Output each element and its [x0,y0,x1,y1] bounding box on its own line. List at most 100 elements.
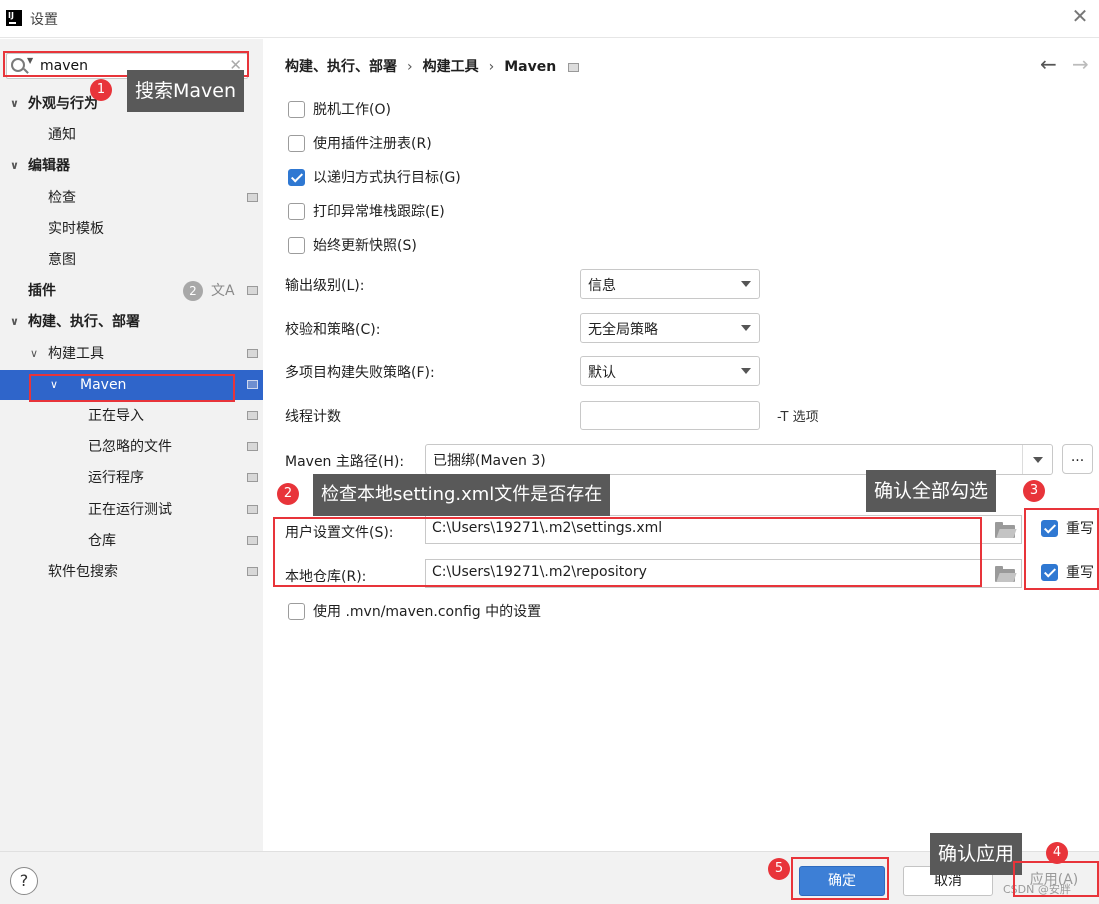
sidebar-item-label: 运行程序 [88,470,144,487]
sidebar-item-label: 构建、执行、部署 [28,314,140,331]
option-label: 脱机工作(O) [313,102,391,118]
mvn-config-checkbox-row[interactable]: 使用 .mvn/maven.config 中的设置 [288,602,541,624]
multiproject-policy-select[interactable]: 默认 [580,356,760,386]
chevron-down-icon[interactable]: ∨ [10,151,19,181]
thread-count-label: 线程计数 [285,409,341,425]
option-label: 使用插件注册表(R) [313,136,432,152]
annotation-marker: 2 [277,483,299,505]
checkbox[interactable] [288,236,305,254]
browse-maven-home-button[interactable]: ... [1062,444,1093,474]
select-value: 默认 [588,365,616,381]
option-label: 打印异常堆栈跟踪(E) [313,204,445,220]
option-checkbox-row[interactable]: 始终更新快照(S) [288,236,417,258]
checkbox[interactable] [288,134,305,152]
chevron-down-icon[interactable]: ∨ [10,89,19,119]
option-checkbox-row[interactable]: 以递归方式执行目标(G) [288,168,461,190]
checkbox[interactable] [288,602,305,620]
sidebar-item-label: 插件 [28,283,56,300]
project-scope-icon [247,473,258,483]
breadcrumb-item[interactable]: 构建、执行、部署 [285,59,397,75]
project-scope-icon [247,192,258,202]
sidebar-item[interactable]: ∨ 构建工具 [0,339,263,369]
multiproject-policy-label: 多项目构建失败策略(F): [285,365,435,381]
breadcrumb-separator: › [407,59,413,75]
chevron-down-icon[interactable]: ∨ [30,339,38,369]
window-title: 设置 [30,12,58,28]
back-arrow-icon[interactable]: ← [1040,52,1057,76]
annotation-marker: 5 [768,858,790,880]
breadcrumb-item: Maven [504,59,557,75]
sidebar-item[interactable]: ∨ 构建、执行、部署 [0,307,263,337]
project-scope-icon [247,442,258,452]
folder-icon[interactable] [995,566,1015,582]
translate-icon: 文A [211,283,235,300]
sidebar-item-label: 检查 [48,189,76,206]
annotation-highlight [29,374,235,402]
close-icon[interactable]: ✕ [1069,6,1091,28]
annotation-callout: 确认全部勾选 [866,470,997,512]
combo-value: 已捆绑(Maven 3) [433,453,546,469]
help-button[interactable]: ? [10,867,38,895]
sidebar-item[interactable]: 通知 [0,120,263,150]
thread-count-input[interactable] [580,401,760,430]
chevron-down-icon [741,325,751,331]
maven-settings-panel: 构建、执行、部署 › 构建工具 › Maven ← → 脱机工作(O) 使用插件注册表(R… [263,39,1099,851]
sidebar-item[interactable]: 插件 2 文A [0,276,263,306]
select-value: 无全局策略 [588,322,658,338]
breadcrumb-separator: › [488,59,495,75]
sidebar-item-label: 编辑器 [28,158,70,175]
project-scope-icon [247,504,258,514]
sidebar-item-label: 正在运行测试 [88,501,172,518]
sidebar-item-label: 构建工具 [48,345,104,362]
checkbox[interactable] [288,100,305,118]
option-checkbox-row[interactable]: 打印异常堆栈跟踪(E) [288,202,445,224]
annotation-callout: 搜索Maven [127,70,245,112]
forward-arrow-icon[interactable]: → [1072,52,1089,76]
sidebar-item-label: 仓库 [88,532,116,549]
sidebar-item-label: 外观与行为 [28,96,98,112]
project-scope-icon [247,535,258,545]
project-scope-icon [247,411,258,420]
folder-icon[interactable] [995,522,1015,538]
sidebar-item[interactable]: 运行程序 [0,463,263,493]
project-scope-icon [247,286,258,296]
sidebar-item-label: 正在导入 [88,408,144,424]
thread-count-hint: -T 选项 [777,410,819,425]
checkbox[interactable] [288,168,305,186]
option-checkbox-row[interactable]: 脱机工作(O) [288,100,391,122]
sidebar-item[interactable]: 实时模板 [0,214,263,244]
annotation-highlight [273,517,982,587]
option-label: 始终更新快照(S) [313,238,417,254]
sidebar-item-label: 意图 [48,252,76,268]
annotation-callout: 确认应用 [930,833,1023,875]
checkbox[interactable] [288,202,305,220]
checksum-policy-select[interactable]: 无全局策略 [580,313,760,343]
sidebar-item-label: 实时模板 [48,220,104,237]
project-scope-icon [568,62,580,72]
output-level-select[interactable]: 信息 [580,269,760,299]
settings-sidebar: ▼ maven ✕ ∨ 外观与行为 通知 ∨ 编辑器 检查 实时模板 意图 插件 2 文A ∨ 构建、执… [0,39,263,851]
annotation-highlight [791,857,889,900]
chevron-down-icon [741,281,751,287]
annotation-marker: 3 [1023,480,1045,502]
sidebar-item[interactable]: 仓库 [0,526,263,556]
project-scope-icon [247,348,258,358]
chevron-down-icon[interactable]: ∨ [10,307,19,337]
annotation-marker: 1 [90,79,112,101]
select-value: 信息 [588,278,616,294]
option-checkbox-row[interactable]: 使用插件注册表(R) [288,134,432,156]
checksum-policy-label: 校验和策略(C): [285,322,381,338]
sidebar-item[interactable]: 已忽略的文件 [0,432,263,462]
sidebar-item[interactable]: 软件包搜索 [0,557,263,587]
sidebar-item[interactable]: ∨ 编辑器 [0,151,263,181]
output-level-label: 输出级别(L): [285,278,365,294]
breadcrumb: 构建、执行、部署 › 构建工具 › Maven [285,56,580,76]
breadcrumb-item[interactable]: 构建工具 [423,59,479,75]
chevron-down-icon [741,368,751,374]
sidebar-item[interactable]: 检查 [0,183,263,213]
sidebar-item[interactable]: 意图 [0,245,263,275]
maven-home-label: Maven 主路径(H): [285,454,405,470]
sidebar-item[interactable]: 正在运行测试 [0,495,263,525]
sidebar-item[interactable]: 正在导入 [0,401,263,431]
chevron-down-icon[interactable] [1022,445,1052,474]
